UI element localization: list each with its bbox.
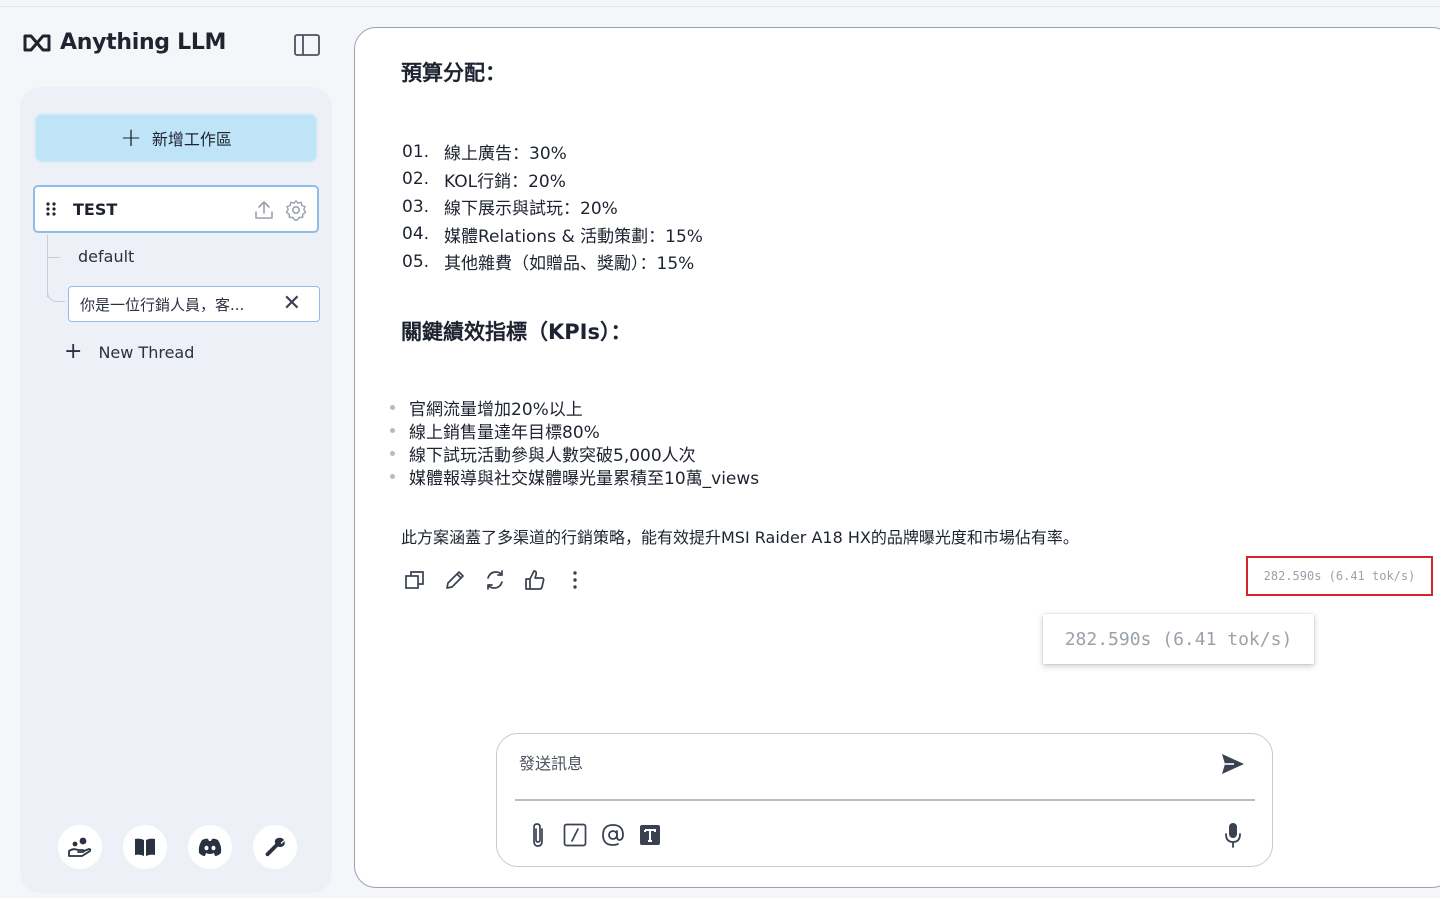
list-item-number: 01. <box>402 141 430 162</box>
community-hub-icon[interactable] <box>58 825 102 869</box>
list-item-text: 媒體報導與社交媒體曝光量累積至10萬_views <box>409 469 760 489</box>
sidebar-toggle-icon[interactable] <box>294 34 320 56</box>
top-divider <box>0 6 1440 7</box>
kpi-list: 官網流量增加20%以上 線上銷售量達年目標80% 線下試玩活動參與人數突破5,0… <box>388 396 760 489</box>
generation-metrics-zoom-callout: 282.590s (6.41 tok/s) <box>1043 614 1314 664</box>
bullet-icon <box>390 474 395 479</box>
thread-label: 你是一位行銷人員，客... <box>80 295 245 314</box>
workspace-item-test[interactable]: TEST <box>33 185 319 233</box>
slash-command-icon[interactable] <box>563 823 587 851</box>
budget-heading: 預算分配： <box>401 61 506 85</box>
list-item-number: 03. <box>402 196 430 217</box>
send-icon[interactable] <box>1220 752 1246 780</box>
sidebar-footer <box>58 825 297 869</box>
attachment-icon[interactable] <box>527 821 549 853</box>
kpi-heading: 關鍵績效指標（KPIs）： <box>401 320 632 344</box>
drag-handle-icon[interactable] <box>43 201 59 217</box>
more-options-icon[interactable] <box>564 568 586 592</box>
new-thread-button[interactable]: + New Thread <box>64 341 194 363</box>
discord-icon[interactable] <box>188 825 232 869</box>
gear-icon[interactable] <box>285 199 307 221</box>
list-item-text: 官網流量增加20%以上 <box>409 400 583 420</box>
bullet-icon <box>390 405 395 410</box>
bullet-icon <box>390 428 395 433</box>
at-mention-icon[interactable] <box>601 823 625 851</box>
new-thread-label: New Thread <box>98 342 195 362</box>
list-item: 05. 其他雜費（如贈品、獎勵）：15% <box>402 248 703 276</box>
list-item: 媒體報導與社交媒體曝光量累積至10萬_views <box>388 465 760 489</box>
list-item-text: KOL行銷：20% <box>444 171 566 192</box>
list-item: 線上銷售量達年目標80% <box>388 419 759 443</box>
list-item: 官網流量增加20%以上 <box>388 396 759 420</box>
message-composer: 發送訊息 <box>496 733 1273 867</box>
upload-icon[interactable] <box>253 199 275 221</box>
anything-llm-logo-icon <box>23 34 51 51</box>
list-item-text: 線上廣告：30% <box>444 144 567 165</box>
list-item: 線下試玩活動參與人數突破5,000人次 <box>388 442 759 466</box>
docs-book-icon[interactable] <box>123 825 167 869</box>
thumbs-up-icon[interactable] <box>524 568 546 592</box>
text-format-icon[interactable] <box>639 824 661 850</box>
list-item-number: 04. <box>402 224 430 245</box>
new-workspace-button[interactable]: + 新增工作區 <box>34 113 318 163</box>
list-item-number: 05. <box>402 251 430 272</box>
workspace-name: TEST <box>73 199 118 219</box>
generation-metrics: 282.590s (6.41 tok/s) <box>1246 556 1433 596</box>
new-workspace-label: 新增工作區 <box>151 130 232 149</box>
list-item-text: 媒體Relations & 活動策劃：15% <box>444 226 703 247</box>
app-logo: Anything LLM <box>22 30 226 55</box>
microphone-icon[interactable] <box>1224 821 1242 853</box>
bullet-icon <box>390 451 395 456</box>
list-item-text: 線下試玩活動參與人數突破5,000人次 <box>409 446 696 466</box>
message-input[interactable]: 發送訊息 <box>519 750 583 774</box>
summary-text: 此方案涵蓋了多渠道的行銷策略，能有效提升MSI Raider A18 HX的品牌… <box>401 528 1079 547</box>
list-item: 01. 線上廣告：30% <box>402 138 703 166</box>
composer-toolbar <box>527 821 661 853</box>
composer-divider <box>515 799 1255 801</box>
plus-icon: + <box>120 123 142 153</box>
copy-icon[interactable] <box>404 568 426 592</box>
thread-item-default[interactable]: default <box>78 247 134 266</box>
edit-pencil-icon[interactable] <box>444 568 466 592</box>
thread-tree-branch <box>47 282 65 302</box>
message-actions <box>404 568 586 592</box>
thread-item-active[interactable]: 你是一位行銷人員，客... ✕ <box>68 286 320 322</box>
list-item-number: 02. <box>402 169 430 190</box>
list-item: 02. KOL行銷：20% <box>402 166 703 194</box>
wrench-settings-icon[interactable] <box>253 825 297 869</box>
regenerate-icon[interactable] <box>484 568 506 592</box>
close-icon[interactable]: ✕ <box>283 293 301 315</box>
budget-list: 01. 線上廣告：30% 02. KOL行銷：20% 03. 線下展示與試玩：20% … <box>402 138 703 276</box>
list-item: 04. 媒體Relations & 活動策劃：15% <box>402 221 703 249</box>
plus-icon: + <box>64 339 83 364</box>
app-name: Anything LLM <box>60 30 227 55</box>
list-item-text: 線下展示與試玩：20% <box>444 199 618 220</box>
list-item-text: 線上銷售量達年目標80% <box>409 423 600 443</box>
list-item-text: 其他雜費（如贈品、獎勵）：15% <box>444 254 695 275</box>
thread-tree-branch <box>48 257 60 258</box>
list-item: 03. 線下展示與試玩：20% <box>402 193 703 221</box>
